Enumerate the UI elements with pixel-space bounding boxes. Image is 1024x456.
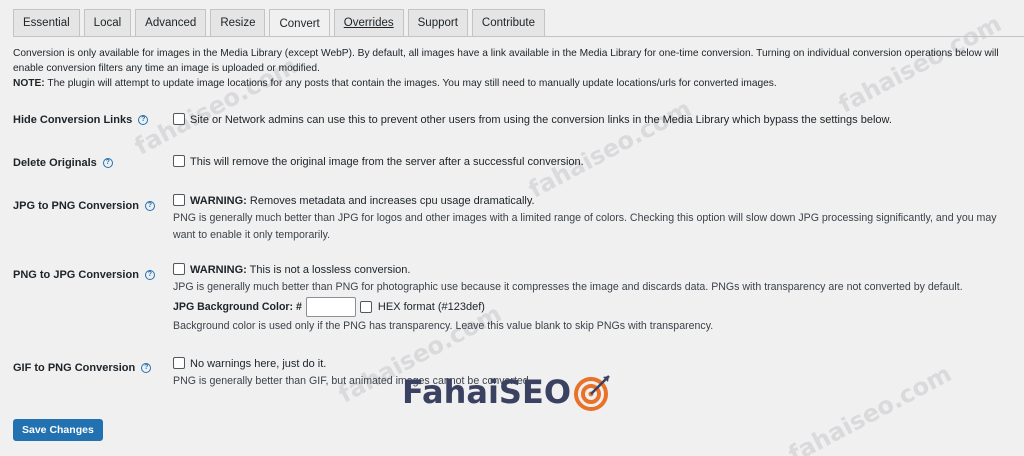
help-icon[interactable]: ? [144,270,155,280]
delete-originals-label: Delete Originals ? [13,157,113,169]
tab-contribute[interactable]: Contribute [471,9,545,36]
tab-divider [13,36,1024,37]
hide-links-label: Hide Conversion Links ? [13,114,149,126]
hex-format-hint: HEX format (#123def) [377,300,485,313]
help-icon[interactable]: ? [102,158,113,168]
png-to-jpg-checkbox[interactable] [173,263,185,275]
delete-originals-checkbox[interactable] [173,155,185,167]
tab-advanced[interactable]: Advanced [135,9,207,36]
bg-color-description: Background color is used only if the PNG… [173,320,714,332]
png-to-jpg-label: PNG to JPG Conversion ? [13,269,155,281]
hide-links-checkbox[interactable] [173,113,185,125]
tab-support[interactable]: Support [407,9,468,36]
jpg-to-png-field: WARNING: Removes metadata and increases … [173,193,1013,244]
help-icon[interactable]: ? [138,115,149,125]
target-icon [574,375,610,411]
bg-color-label: JPG Background Color: # [173,300,302,313]
bg-color-input[interactable] [305,297,356,317]
jpg-to-png-checkbox[interactable] [173,194,185,206]
gif-to-png-label: GIF to PNG Conversion ? [13,362,152,374]
tab-resize[interactable]: Resize [210,9,266,36]
intro-note: NOTE: The plugin will attempt to update … [13,78,777,89]
tab-local[interactable]: Local [83,9,132,36]
save-changes-button[interactable]: Save Changes [13,419,103,441]
color-swatch [359,301,372,313]
tab-overrides[interactable]: Overrides [333,9,404,36]
delete-originals-field: This will remove the original image from… [173,154,1013,171]
fahaiseo-logo: Fahai SEO [402,372,613,412]
help-icon[interactable]: ? [144,201,155,211]
hide-links-field: Site or Network admins can use this to p… [173,112,1013,129]
bg-color-row: JPG Background Color: # HEX format (#123… [173,297,1013,317]
intro-line: Conversion is only available for images … [13,48,999,74]
help-icon[interactable]: ? [141,363,152,373]
gif-to-png-checkbox[interactable] [173,357,185,369]
intro-text: Conversion is only available for images … [13,46,1013,91]
png-to-jpg-description: JPG is generally much better than PNG fo… [173,281,963,293]
png-to-jpg-field: WARNING: This is not a lossless conversi… [173,262,1013,335]
tab-convert[interactable]: Convert [269,9,330,37]
jpg-to-png-description: PNG is generally much better than JPG fo… [173,212,997,241]
tab-essential[interactable]: Essential [13,9,80,36]
watermark: fahaiseo.com [523,94,697,204]
tab-bar: Essential Local Advanced Resize Convert … [13,9,545,37]
jpg-to-png-label: JPG to PNG Conversion ? [13,200,155,212]
